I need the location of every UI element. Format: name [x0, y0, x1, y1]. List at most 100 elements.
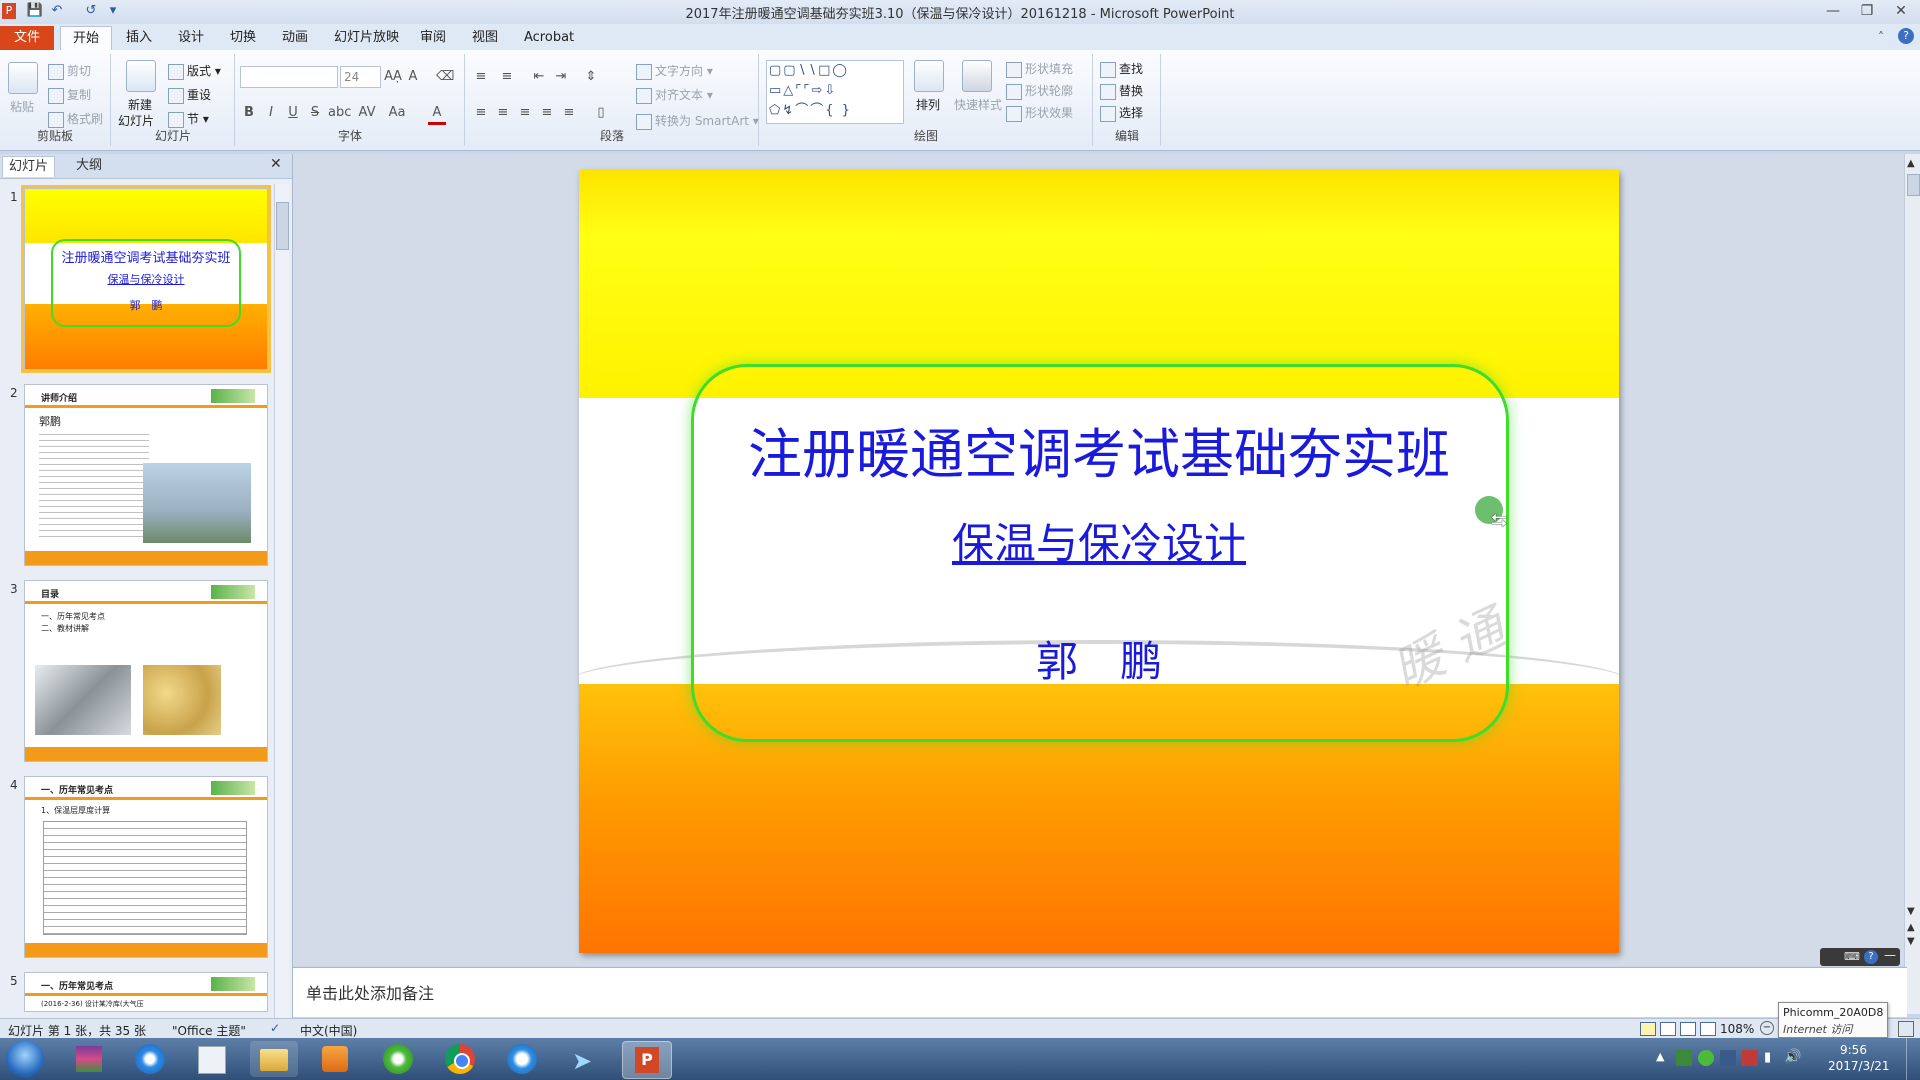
scroll-down-icon[interactable]: ▼ — [1907, 906, 1915, 917]
slide-thumbnail-5[interactable]: 一、历年常见考点 (2016-2-36) 设计某冷库(大气压 — [24, 972, 268, 1012]
main-scrollbar[interactable]: ▲ ▼ ▲ ▼ — [1904, 154, 1920, 1014]
network-icon[interactable]: ▮ — [1764, 1050, 1771, 1065]
taskbar-media[interactable] — [312, 1041, 360, 1077]
fit-slide-icon[interactable] — [1898, 1021, 1914, 1037]
restore-button[interactable]: ❐ — [1850, 0, 1884, 22]
zoom-out-icon[interactable]: − — [1760, 1021, 1774, 1035]
quick-styles-icon[interactable] — [962, 60, 992, 92]
layout-button[interactable]: 版式 ▾ — [168, 62, 221, 80]
underline-icon[interactable]: U — [284, 104, 302, 122]
align-text-button[interactable]: 对齐文本 ▾ — [636, 86, 713, 104]
slide-thumbnail-3[interactable]: 目录 一、历年常见考点 二、教材讲解 — [24, 580, 268, 762]
align-left-icon[interactable]: ≡ — [472, 104, 490, 122]
replace-button[interactable]: 替换 — [1100, 82, 1143, 100]
tab-file[interactable]: 文件 — [0, 26, 54, 50]
slide-subtitle[interactable]: 保温与保冷设计 — [579, 510, 1619, 571]
language-indicator[interactable]: 中文(中国) — [300, 1022, 357, 1039]
strikethrough-icon[interactable]: S — [306, 104, 324, 122]
format-painter-button[interactable]: 格式刷 — [48, 110, 103, 128]
minimize-button[interactable]: — — [1816, 0, 1850, 22]
tab-design[interactable]: 设计 — [166, 26, 216, 50]
zoom-level[interactable]: 108% — [1720, 1022, 1754, 1036]
tray-icon-4[interactable] — [1742, 1050, 1758, 1066]
paste-icon[interactable] — [8, 62, 38, 94]
view-mini-toolbar[interactable]: ⌨ ? — — [1820, 948, 1900, 966]
clear-formatting-icon[interactable]: ⌫ — [436, 68, 454, 86]
text-direction-button[interactable]: 文字方向 ▾ — [636, 62, 713, 80]
new-slide-icon[interactable] — [126, 60, 156, 92]
pane-scrollbar[interactable] — [274, 184, 289, 1018]
tab-outline[interactable]: 大纲 — [70, 156, 108, 176]
grow-font-icon[interactable]: AẠ — [384, 68, 402, 86]
font-color-icon[interactable]: A — [428, 104, 446, 125]
help-small-icon[interactable]: ? — [1864, 950, 1878, 964]
close-button[interactable]: ✕ — [1884, 0, 1918, 22]
reading-view-icon[interactable] — [1680, 1022, 1696, 1036]
align-center-icon[interactable]: ≡ — [494, 104, 512, 122]
decrease-indent-icon[interactable]: ⇤ — [530, 68, 548, 86]
line-spacing-icon[interactable]: ⇕ — [582, 68, 600, 86]
numbering-icon[interactable]: ≡ — [498, 68, 516, 86]
close-pane-icon[interactable]: ✕ — [270, 156, 282, 172]
tab-insert[interactable]: 插入 — [114, 26, 164, 50]
clock-time[interactable]: 9:56 — [1840, 1043, 1867, 1057]
tray-icon-2[interactable] — [1698, 1050, 1714, 1066]
tab-animations[interactable]: 动画 — [270, 26, 320, 50]
quick-styles-button[interactable]: 快速样式 — [954, 96, 1002, 113]
taskbar-baidu[interactable] — [498, 1041, 546, 1077]
columns-icon[interactable]: ▯ — [592, 104, 610, 122]
minimize-small-icon[interactable]: — — [1884, 948, 1896, 962]
change-case-icon[interactable]: Aa — [388, 104, 406, 122]
new-slide-button[interactable]: 新建 — [128, 96, 152, 113]
arrange-button[interactable]: 排列 — [916, 96, 940, 113]
tray-icon-3[interactable] — [1720, 1050, 1736, 1066]
tab-acrobat[interactable]: Acrobat — [512, 26, 586, 50]
tab-transitions[interactable]: 切换 — [218, 26, 268, 50]
tab-slides[interactable]: 幻灯片 — [2, 156, 56, 177]
slide-sorter-icon[interactable] — [1660, 1022, 1676, 1036]
tray-icon-1[interactable] — [1676, 1050, 1692, 1066]
slide-thumbnail-4[interactable]: 一、历年常见考点 1、保温层厚度计算 — [24, 776, 268, 958]
tab-review[interactable]: 审阅 — [408, 26, 458, 50]
taskbar-chrome[interactable] — [436, 1041, 484, 1077]
previous-slide-icon[interactable]: ▲ — [1907, 922, 1915, 933]
pane-scroll-thumb[interactable] — [276, 202, 289, 250]
shape-fill-button[interactable]: 形状填充 — [1006, 60, 1073, 78]
spellcheck-icon[interactable]: ✓ — [270, 1021, 280, 1035]
cut-button[interactable]: 剪切 — [48, 62, 91, 80]
shape-effects-button[interactable]: 形状效果 — [1006, 104, 1073, 122]
find-button[interactable]: 查找 — [1100, 60, 1143, 78]
taskbar-ie[interactable] — [126, 1041, 174, 1077]
slide-thumbnail-2[interactable]: 讲师介绍 郭鹏 — [24, 384, 268, 566]
show-desktop-button[interactable] — [1906, 1038, 1920, 1080]
current-slide[interactable]: 暖 通 注册暖通空调考试基础夯实班 保温与保冷设计 郭 鹏 ⮀ — [579, 170, 1619, 953]
bold-icon[interactable]: B — [240, 104, 258, 122]
character-spacing-icon[interactable]: AV — [358, 104, 376, 122]
paste-button[interactable]: 粘贴 — [10, 98, 34, 115]
increase-indent-icon[interactable]: ⇥ — [552, 68, 570, 86]
slide-title[interactable]: 注册暖通空调考试基础夯实班 — [579, 410, 1619, 489]
keyboard-icon[interactable]: ⌨ — [1844, 950, 1860, 963]
tab-view[interactable]: 视图 — [460, 26, 510, 50]
tab-slideshow[interactable]: 幻灯片放映 — [322, 26, 411, 50]
tray-expand-icon[interactable]: ▲ — [1656, 1050, 1664, 1063]
taskbar-360[interactable] — [374, 1041, 422, 1077]
clock-date[interactable]: 2017/3/21 — [1828, 1059, 1890, 1073]
arrange-icon[interactable] — [914, 60, 944, 92]
help-icon[interactable]: ? — [1898, 28, 1914, 44]
taskbar-bird[interactable]: ➤ — [560, 1041, 608, 1077]
slideshow-view-icon[interactable] — [1700, 1022, 1716, 1036]
next-slide-icon[interactable]: ▼ — [1907, 936, 1915, 947]
scroll-up-icon[interactable]: ▲ — [1907, 158, 1915, 169]
scroll-thumb[interactable] — [1907, 174, 1920, 196]
taskbar-explorer[interactable] — [250, 1041, 298, 1077]
taskbar-powerpoint[interactable]: P — [622, 1041, 672, 1079]
normal-view-icon[interactable] — [1640, 1022, 1656, 1036]
shape-outline-button[interactable]: 形状轮廓 — [1006, 82, 1073, 100]
copy-button[interactable]: 复制 — [48, 86, 91, 104]
slide-thumbnail-1[interactable]: 注册暖通空调考试基础夯实班 保温与保冷设计 郭 鹏 — [21, 185, 271, 373]
notes-placeholder[interactable]: 单击此处添加备注 — [306, 980, 434, 1004]
reset-button[interactable]: 重设 — [168, 86, 211, 104]
italic-icon[interactable]: I — [262, 104, 280, 122]
font-family-select[interactable] — [240, 66, 338, 88]
